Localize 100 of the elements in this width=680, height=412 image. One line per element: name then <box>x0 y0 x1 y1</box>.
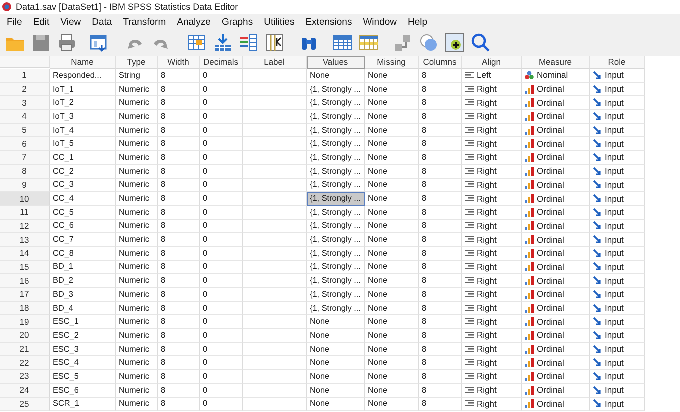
row-number[interactable]: 24 <box>0 384 50 398</box>
row-number[interactable]: 10 <box>0 192 50 206</box>
column-header[interactable]: Name <box>50 56 116 69</box>
table-cell: Numeric <box>116 124 158 138</box>
table-cell: Numeric <box>116 96 158 110</box>
cell-text: Ordinal <box>537 303 564 314</box>
table-cell <box>243 110 307 124</box>
arrow-icon <box>593 235 602 244</box>
table-cell: {1, Strongly ... <box>307 124 365 138</box>
table-cell: CC_4 <box>50 192 116 206</box>
table-cell: {1, Strongly ... <box>307 220 365 234</box>
row-number[interactable]: 5 <box>0 124 50 138</box>
table-cell: CC_5 <box>50 206 116 220</box>
column-header[interactable]: Label <box>243 56 307 69</box>
table-cell: 8 <box>419 260 462 274</box>
table-cell: 0 <box>200 206 243 220</box>
menu-item[interactable]: Transform <box>118 16 172 28</box>
row-number[interactable]: 15 <box>0 260 50 274</box>
download-icon[interactable] <box>212 32 234 54</box>
cell-text: Input <box>605 385 624 396</box>
cell-text: Left <box>477 70 492 80</box>
menu-item[interactable]: Edit <box>28 16 55 28</box>
table-cell: 8 <box>158 315 200 330</box>
row-number[interactable]: 17 <box>0 288 50 302</box>
arrow-icon <box>593 304 602 313</box>
cell-text: Input <box>605 289 624 300</box>
row-number[interactable]: 14 <box>0 246 50 261</box>
table-cell: {1, Strongly ... <box>307 288 365 302</box>
row-number[interactable]: 4 <box>0 110 50 124</box>
table-cell: None <box>307 342 365 356</box>
row-number[interactable]: 8 <box>0 164 50 178</box>
arrow-icon <box>593 344 602 354</box>
table-cell: None <box>307 398 365 412</box>
save-icon[interactable] <box>30 32 52 54</box>
row-number[interactable]: 9 <box>0 178 50 192</box>
variables-icon[interactable] <box>238 32 260 54</box>
row-number[interactable]: 3 <box>0 96 50 110</box>
print-icon[interactable] <box>56 32 78 54</box>
table-cell: 0 <box>200 137 243 152</box>
column-header[interactable]: Width <box>158 56 200 69</box>
row-number[interactable]: 22 <box>0 356 50 370</box>
table-cell: Numeric <box>116 164 158 178</box>
column-header[interactable]: Type <box>116 56 158 69</box>
cell-text: Ordinal <box>537 220 564 231</box>
table-cell: 8 <box>158 233 200 247</box>
menu-item[interactable]: Utilities <box>259 16 300 28</box>
table-cell <box>243 124 307 138</box>
table-cell: CC_7 <box>50 233 116 247</box>
menu-item[interactable]: Help <box>403 16 433 28</box>
bar-chart-icon <box>525 386 534 395</box>
column-header[interactable]: Role <box>590 56 645 69</box>
menu-item[interactable]: Graphs <box>216 16 258 28</box>
menu-item[interactable]: File <box>2 16 28 28</box>
cell-text: Input <box>605 125 624 136</box>
menu-item[interactable]: View <box>56 16 86 28</box>
row-number[interactable]: 11 <box>0 206 50 220</box>
cell-text: Right <box>477 166 497 176</box>
row-number[interactable]: 19 <box>0 315 50 330</box>
row-number[interactable]: 6 <box>0 137 50 152</box>
row-number[interactable]: 2 <box>0 82 50 96</box>
column-header[interactable]: Decimals <box>200 56 243 69</box>
row-number[interactable]: 1 <box>0 69 50 83</box>
row-number[interactable]: 13 <box>0 233 50 247</box>
table-cell: 8 <box>158 69 200 83</box>
table-cell: 8 <box>158 110 200 124</box>
cell-text: Input <box>605 111 624 122</box>
align-right-icon <box>465 358 474 368</box>
bar-chart-icon <box>525 126 534 135</box>
row-number[interactable]: 18 <box>0 302 50 316</box>
table-cell: 0 <box>200 220 243 234</box>
table-cell: 8 <box>158 342 200 356</box>
column-header[interactable]: Missing <box>365 56 419 69</box>
row-number[interactable]: 25 <box>0 398 50 412</box>
table-cell: Numeric <box>116 342 158 356</box>
menu-item[interactable]: Analyze <box>172 16 216 28</box>
row-number[interactable]: 12 <box>0 220 50 234</box>
menu-item[interactable]: Extensions <box>300 16 358 28</box>
column-header[interactable]: Align <box>462 56 522 69</box>
circles-icon <box>525 70 534 80</box>
column-header[interactable]: Columns <box>419 56 462 69</box>
cell-text: Input <box>605 194 624 204</box>
menu-item[interactable]: Window <box>358 16 402 28</box>
row-number[interactable]: 16 <box>0 274 50 288</box>
table-cell: None <box>365 370 419 384</box>
cell-text: Right <box>477 344 497 354</box>
row-number[interactable]: 7 <box>0 151 50 165</box>
column-header[interactable]: Values <box>307 56 365 69</box>
column-header[interactable]: Measure <box>522 56 590 69</box>
menu-item[interactable]: Data <box>87 16 118 28</box>
table-cell: 8 <box>158 151 200 165</box>
table-cell: {1, Strongly ... <box>307 246 365 261</box>
search-icon[interactable] <box>470 32 492 54</box>
table-cell: ESC_5 <box>50 370 116 384</box>
row-number[interactable]: 23 <box>0 370 50 384</box>
table-cell: Numeric <box>116 370 158 384</box>
align-right-icon <box>465 84 474 94</box>
table-cell: 0 <box>200 274 243 288</box>
row-number[interactable]: 21 <box>0 342 50 356</box>
row-number[interactable]: 20 <box>0 329 50 343</box>
table-cell: {1, Strongly ... <box>307 260 365 274</box>
